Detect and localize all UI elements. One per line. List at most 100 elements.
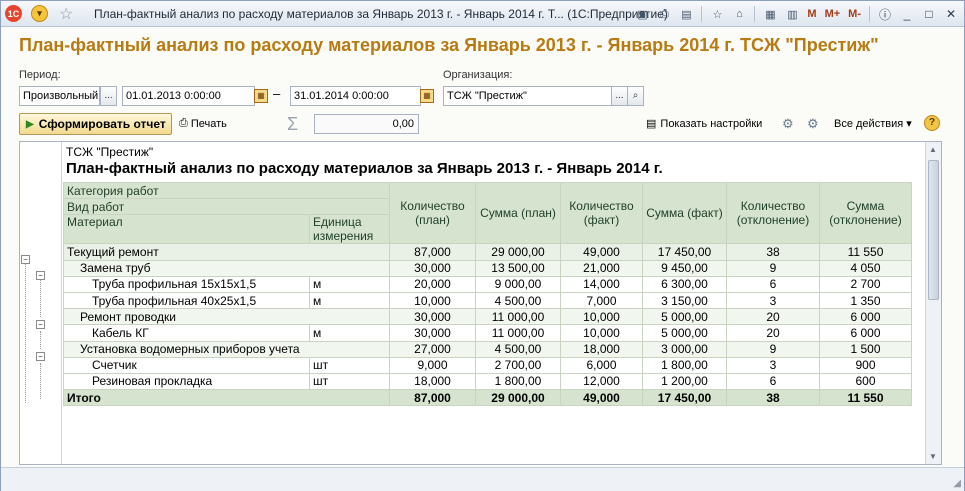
- grouping-gutter: − − − −: [20, 142, 62, 464]
- variant-settings-icon[interactable]: ⚙: [782, 116, 794, 132]
- show-settings-button[interactable]: ▤ Показать настройки: [646, 117, 763, 131]
- table-row: Текущий ремонт 87,000 29 000,00 49,000 17 45…: [63, 243, 912, 261]
- bookmark-icon[interactable]: ⌂: [730, 5, 748, 23]
- collapse-group-icon[interactable]: −: [36, 271, 45, 280]
- settings-list-icon: ▤: [646, 118, 657, 130]
- collapse-group-icon[interactable]: −: [36, 320, 45, 329]
- separator: [701, 6, 703, 22]
- row-value: 38: [726, 243, 820, 261]
- row-value: 11 000,00: [475, 324, 561, 342]
- print-button[interactable]: ⎙ Печать: [179, 117, 227, 130]
- row-name: Счетчик: [63, 356, 310, 374]
- row-value: 30,000: [389, 259, 476, 277]
- favorite-star-icon[interactable]: ☆: [59, 4, 73, 24]
- memory-m-button[interactable]: M: [805, 5, 818, 23]
- memory-minus-button[interactable]: M-: [846, 5, 863, 23]
- row-value: 18,000: [389, 372, 476, 391]
- title-bar: 1С ▾ ☆ План-фактный анализ по расходу ма…: [1, 1, 964, 27]
- date-to-field[interactable]: 31.01.2014 0:00:00: [290, 86, 421, 106]
- tree-line: [40, 279, 41, 317]
- organization-field[interactable]: ТСЖ "Престиж": [443, 86, 612, 106]
- resize-grip-icon[interactable]: ◢: [953, 478, 961, 489]
- period-select-button[interactable]: ...: [100, 86, 117, 106]
- row-value: 27,000: [389, 340, 476, 358]
- row-value: 600: [819, 372, 912, 391]
- total-value: 87,000: [389, 389, 476, 407]
- period-type-field[interactable]: Произвольный: [19, 86, 100, 106]
- calendar-icon[interactable]: ▦: [254, 89, 268, 103]
- collapse-group-icon[interactable]: −: [21, 255, 30, 264]
- add-favorite-icon[interactable]: ☆: [708, 5, 726, 23]
- row-value: 20,000: [389, 275, 476, 293]
- row-value: 13 500,00: [475, 259, 561, 277]
- row-value: 11 000,00: [475, 308, 561, 326]
- total-value: 17 450,00: [642, 389, 727, 407]
- vertical-scrollbar[interactable]: ▲ ▼: [925, 142, 941, 464]
- report-organization: ТСЖ "Престиж": [66, 145, 154, 159]
- info-icon[interactable]: ⓘ: [876, 5, 894, 23]
- minimize-icon[interactable]: _: [898, 5, 916, 23]
- total-value: 38: [726, 389, 820, 407]
- separator: [869, 6, 870, 22]
- row-value: 6: [726, 275, 820, 293]
- page-title: План-фактный анализ по расходу материало…: [19, 35, 879, 55]
- report-title: План-фактный анализ по расходу материало…: [66, 160, 663, 177]
- help-icon[interactable]: ?: [924, 115, 940, 131]
- organization-open-icon[interactable]: ⌕: [627, 86, 644, 106]
- preview-icon[interactable]: ▤: [677, 5, 695, 23]
- row-value: 14,000: [560, 275, 643, 293]
- row-value: 4 500,00: [475, 340, 561, 358]
- total-value: 29 000,00: [475, 389, 561, 407]
- collapse-group-icon[interactable]: −: [36, 352, 45, 361]
- row-unit: шт: [309, 372, 390, 391]
- report-table: Категория работ Количество (план) Сумма …: [63, 181, 912, 407]
- 1c-logo-icon[interactable]: 1С: [5, 5, 22, 22]
- scrollbar-thumb[interactable]: [928, 160, 939, 300]
- row-value: 4 500,00: [475, 291, 561, 310]
- header-category: Категория работ: [63, 181, 390, 200]
- row-value: 1 500: [819, 340, 912, 358]
- total-value: 49,000: [560, 389, 643, 407]
- app-window: 1С ▾ ☆ План-фактный анализ по расходу ма…: [0, 0, 965, 491]
- row-value: 6,000: [560, 356, 643, 374]
- generate-report-button[interactable]: ▶ Сформировать отчет: [19, 113, 172, 135]
- row-value: 10,000: [389, 291, 476, 310]
- separator: [754, 6, 756, 22]
- memory-plus-button[interactable]: M+: [823, 5, 843, 23]
- organization-select-button[interactable]: ...: [611, 86, 628, 106]
- scroll-down-icon[interactable]: ▼: [929, 452, 937, 461]
- row-value: 5 000,00: [642, 308, 727, 326]
- close-icon[interactable]: ✕: [942, 5, 960, 23]
- row-value: 2 700,00: [475, 356, 561, 374]
- calendar-icon[interactable]: ▦: [420, 89, 434, 103]
- main-menu-icon[interactable]: ▾: [31, 5, 48, 22]
- maximize-icon[interactable]: □: [920, 5, 938, 23]
- table-row: Замена труб 30,000 13 500,00 21,000 9 450,00…: [63, 259, 912, 277]
- show-settings-label: Показать настройки: [660, 117, 763, 130]
- report-sheet[interactable]: − − − − ТСЖ "Престиж" План-фактный анали…: [19, 141, 942, 465]
- row-name: Установка водомерных приборов учета: [63, 340, 390, 358]
- row-value: 29 000,00: [475, 243, 561, 261]
- row-name: Труба профильная 40х25х1,5: [63, 291, 310, 310]
- save-icon[interactable]: ▣: [633, 5, 651, 23]
- table-row: Резиновая прокладка шт 18,000 1 800,00 12,00…: [63, 372, 912, 391]
- scroll-up-icon[interactable]: ▲: [929, 145, 937, 154]
- printer-icon: ⎙: [179, 117, 188, 129]
- table-row: Кабель КГ м 30,000 11 000,00 10,000 5 000,00 2…: [63, 324, 912, 342]
- print-icon[interactable]: ⎙: [655, 5, 673, 23]
- calculator-icon[interactable]: ▦: [761, 5, 779, 23]
- row-value: 12,000: [560, 372, 643, 391]
- all-actions-menu[interactable]: Все действия ▾: [834, 117, 912, 130]
- row-value: 3 000,00: [642, 340, 727, 358]
- tree-line: [25, 263, 26, 403]
- row-value: 900: [819, 356, 912, 374]
- row-value: 30,000: [389, 324, 476, 342]
- row-value: 11 550: [819, 243, 912, 261]
- calendar-icon[interactable]: ▥: [783, 5, 801, 23]
- save-settings-icon[interactable]: ⚙: [807, 116, 819, 132]
- header-qty-plan: Количество (план): [389, 181, 476, 245]
- date-from-field[interactable]: 01.01.2013 0:00:00: [122, 86, 255, 106]
- row-value: 6 000: [819, 308, 912, 326]
- row-value: 4 050: [819, 259, 912, 277]
- row-value: 3: [726, 291, 820, 310]
